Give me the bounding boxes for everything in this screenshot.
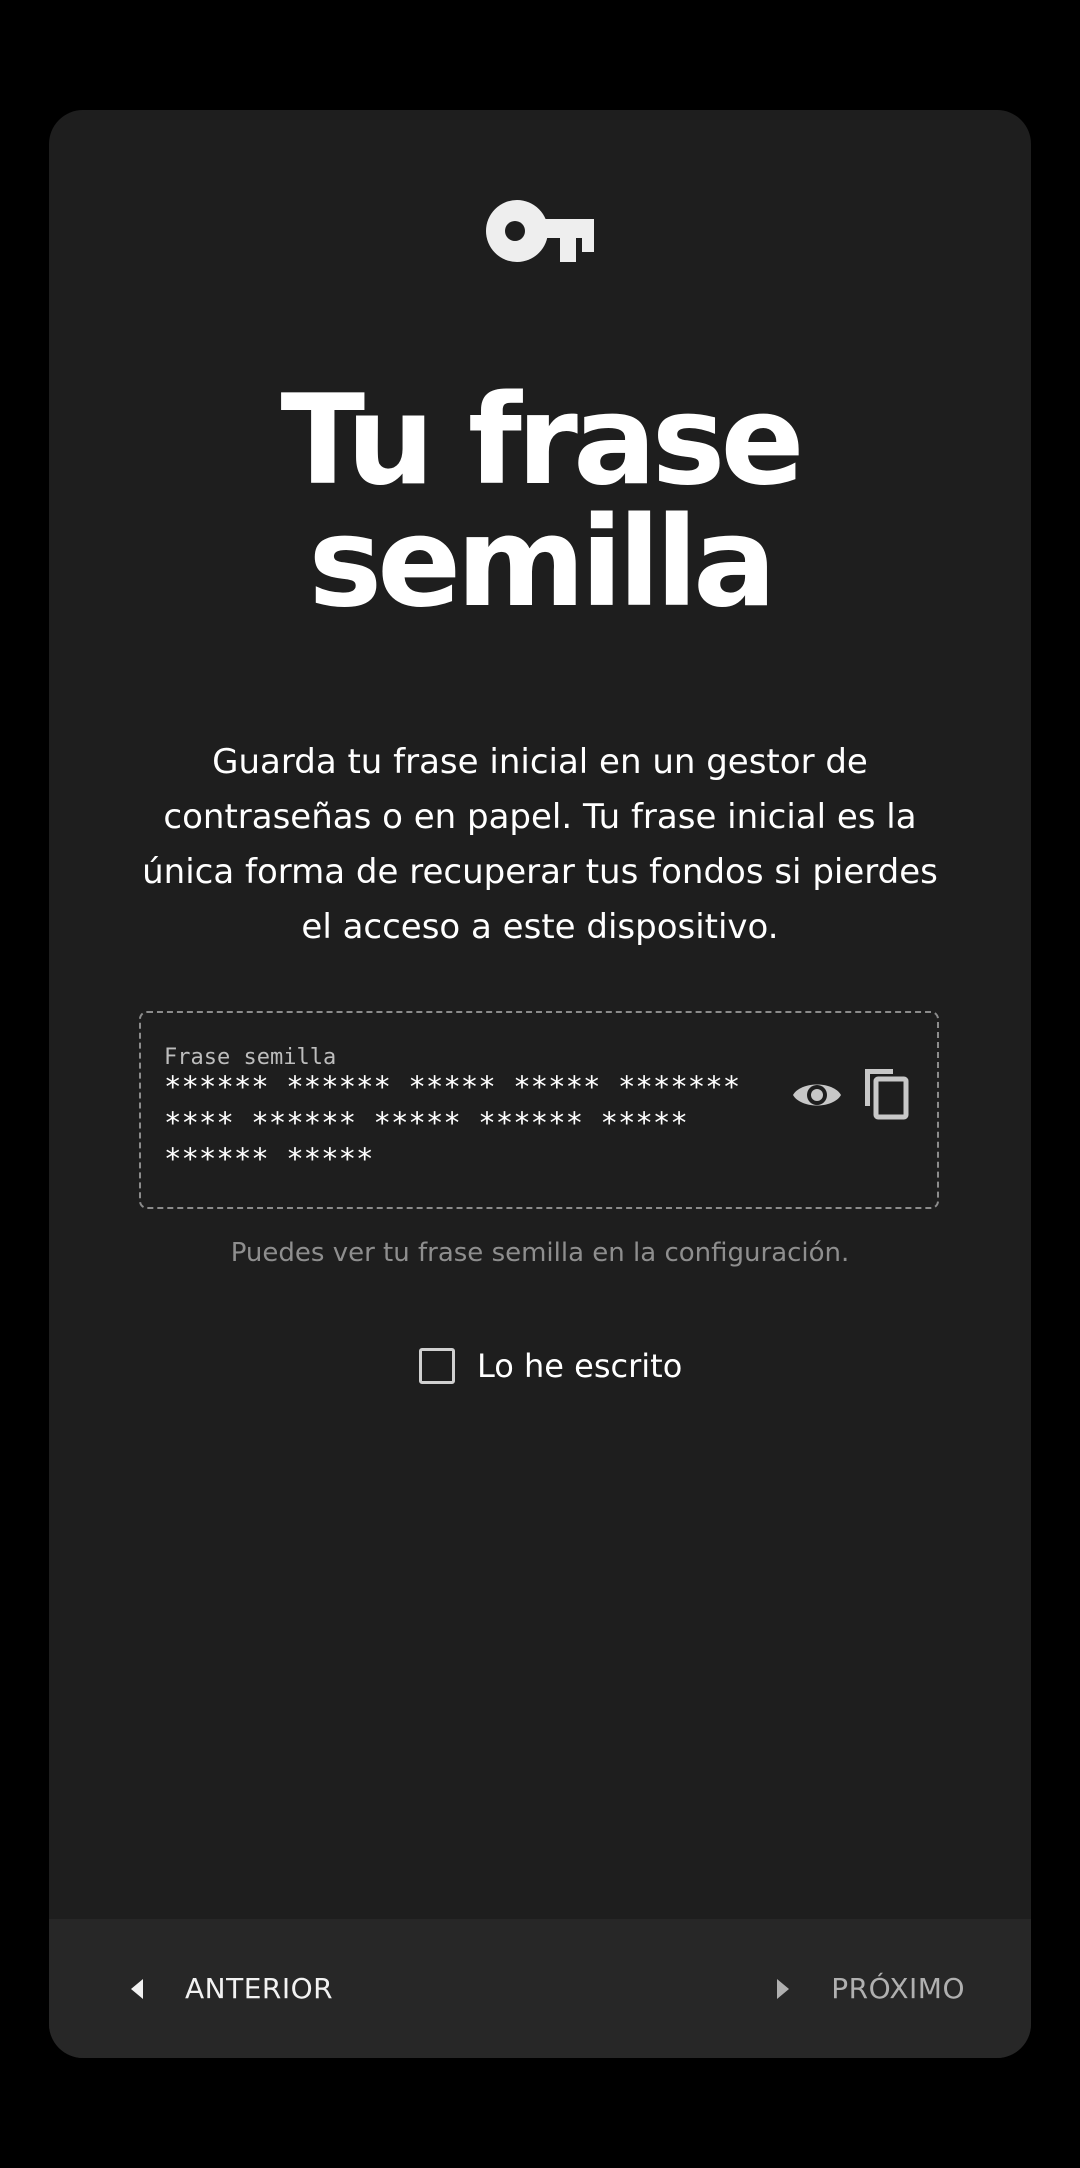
title-line: semilla <box>308 491 776 635</box>
description: Guarda tu frase inicial en un gestor de … <box>124 735 956 955</box>
previous-label: ANTERIOR <box>185 1972 334 2005</box>
previous-button[interactable]: ANTERIOR <box>131 1919 333 2058</box>
description-line: única forma de recuperar tus fondos si p… <box>142 852 938 892</box>
description-line: Guarda tu frase inicial en un gestor de <box>212 742 868 782</box>
page-title: Tu frase semilla <box>49 379 1031 625</box>
copy-seed-button[interactable] <box>859 1065 911 1121</box>
next-button[interactable]: PRÓXIMO <box>777 1919 965 2058</box>
show-seed-button[interactable] <box>791 1069 843 1121</box>
next-label: PRÓXIMO <box>831 1972 965 2005</box>
copy-icon <box>865 1069 909 1120</box>
key-icon <box>486 200 594 262</box>
caret-left-icon <box>131 1978 143 1999</box>
seed-phrase-line: **** ****** ***** ****** ***** <box>164 1106 688 1140</box>
footer-nav: ANTERIOR PRÓXIMO <box>49 1919 1031 2058</box>
caret-right-icon <box>777 1978 790 1999</box>
seed-phrase-value: ****** ****** ***** ***** ******* **** *… <box>164 1069 764 1177</box>
seed-phrase-line: ****** ****** ***** ***** ******* <box>164 1070 741 1104</box>
seed-phrase-box: Frase semilla ****** ****** ***** ***** … <box>139 1011 939 1209</box>
seed-phrase-label: Frase semilla <box>164 1045 337 1070</box>
seed-phrase-line: ****** ***** <box>164 1142 374 1176</box>
eye-icon <box>793 1084 841 1106</box>
hint-text: Puedes ver tu frase semilla en la config… <box>230 1238 850 1268</box>
written-checkbox-label: Lo he escrito <box>477 1347 683 1385</box>
description-line: contraseñas o en papel. Tu frase inicial… <box>163 797 917 837</box>
description-line: el acceso a este dispositivo. <box>301 907 779 947</box>
written-checkbox[interactable] <box>419 1348 455 1384</box>
written-confirmation[interactable]: Lo he escrito <box>419 1344 682 1388</box>
onboarding-card: Tu frase semilla Guarda tu frase inicial… <box>49 110 1031 2058</box>
